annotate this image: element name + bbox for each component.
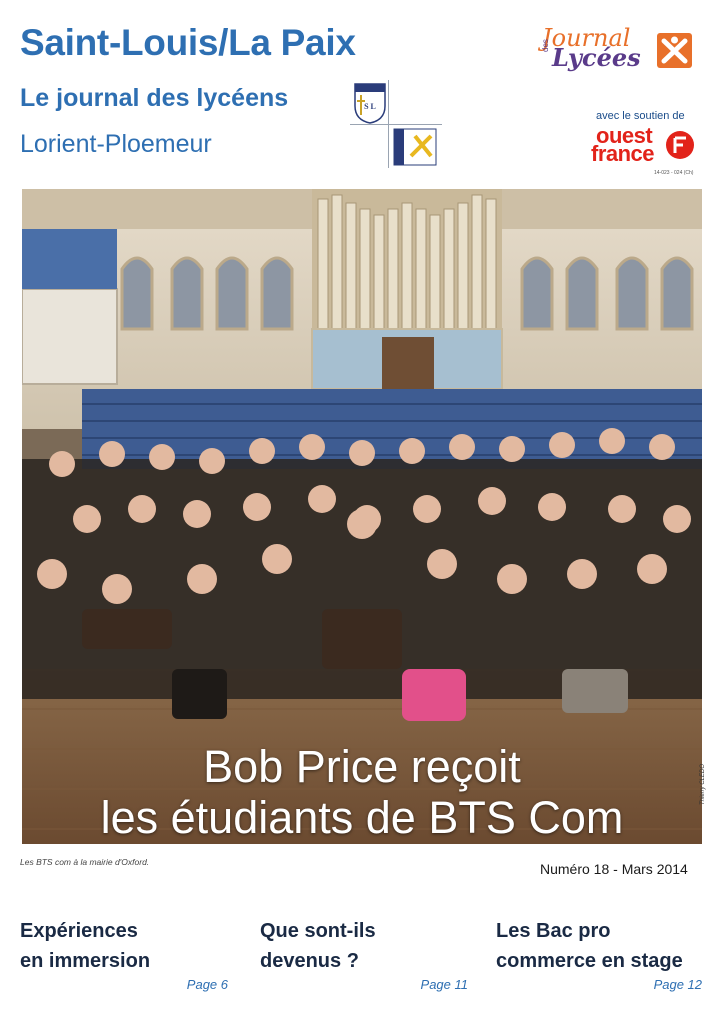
newspaper-title: Saint-Louis/La Paix — [20, 22, 356, 63]
newspaper-city: Lorient-Ploemeur — [20, 130, 212, 158]
logo-emblem-icon — [657, 33, 692, 68]
ouest-france-france: france — [591, 141, 655, 166]
teaser-1-line2: en immersion — [20, 950, 151, 972]
crest-divider-horizontal — [350, 124, 442, 125]
teaser-3-line2: commerce en stage — [496, 950, 683, 972]
photo-headline-line1: Bob Price reçoit — [203, 741, 521, 792]
teaser-2-page-link[interactable]: Page 11 — [390, 977, 468, 992]
teaser-2[interactable]: Que sont-ils devenus ? — [260, 916, 376, 976]
logo-des-text: des — [541, 39, 550, 52]
teaser-2-line2: devenus ? — [260, 950, 359, 972]
newspaper-subtitle: Le journal des lycéens — [20, 84, 289, 112]
la-paix-crest-logo — [393, 128, 437, 166]
teaser-1[interactable]: Expériences en immersion — [20, 916, 150, 976]
teaser-1-page-link[interactable]: Page 6 — [150, 977, 228, 992]
svg-text:S L: S L — [364, 102, 376, 111]
saint-louis-crest-logo: S L — [354, 83, 386, 124]
logo-lycees-text: Lycées — [552, 43, 641, 72]
issue-label: Numéro 18 - Mars 2014 — [540, 861, 688, 877]
photo-caption: Les BTS com à la mairie d'Oxford. — [20, 857, 150, 867]
sponsor-code: 14-023 - 024 (Ch) — [654, 170, 694, 176]
teaser-3-line1: Les Bac pro — [496, 920, 611, 942]
ouest-france-emblem-icon — [666, 131, 694, 159]
teaser-3-page-link[interactable]: Page 12 — [624, 977, 702, 992]
teaser-1-line1: Expériences — [20, 920, 138, 942]
photo-headline-line2: les étudiants de BTS Com — [100, 792, 624, 843]
photo-credit: Thierry CLEDO — [700, 763, 706, 805]
teaser-3[interactable]: Les Bac pro commerce en stage — [496, 916, 683, 976]
teaser-2-line1: Que sont-ils — [260, 920, 376, 942]
sponsor-text: avec le soutien de — [596, 110, 685, 122]
